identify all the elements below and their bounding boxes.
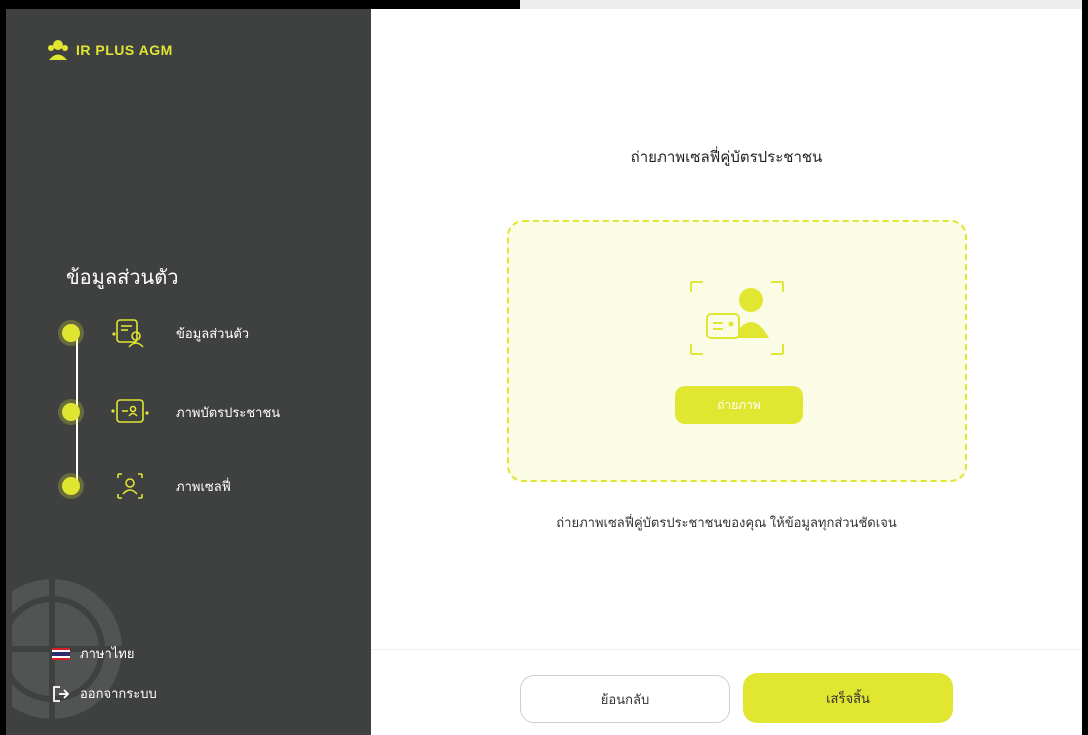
selfie-frame-icon (117, 473, 143, 499)
selfie-capture-area[interactable]: ถ่ายภาพ (507, 220, 967, 482)
top-strip (0, 0, 520, 9)
logout-button[interactable]: ออกจากระบบ (52, 683, 157, 704)
logout-label: ออกจากระบบ (80, 686, 157, 701)
profile-card-icon (112, 319, 144, 348)
main-content: ถ่ายภาพเซลฟี่คู่บัตรประชาชน ถ่ายภาพ ถ่าย… (371, 9, 1082, 649)
back-button[interactable]: ย้อนกลับ (520, 675, 730, 723)
instruction-text: ถ่ายภาพเซลฟี่คู่บัตรประชาชนของคุณ ให้ข้อ… (556, 515, 897, 530)
step-indicator (58, 473, 84, 499)
step-id-card[interactable]: ภาพบัตรประชาชน (58, 395, 281, 429)
thai-flag-icon (52, 647, 70, 660)
section-title: ข้อมูลส่วนตัว (66, 267, 179, 289)
footer-actions: ย้อนกลับ เสร็จสิ้น (371, 649, 1082, 735)
step-label: ภาพเซลฟี่ (176, 478, 231, 494)
step-label: ภาพบัตรประชาชน (176, 404, 281, 420)
right-border (1082, 0, 1088, 735)
top-strip-light (520, 0, 1088, 9)
step-indicator (58, 320, 84, 346)
people-logo-icon (48, 40, 68, 60)
step-personal-info[interactable]: ข้อมูลส่วนตัว (58, 316, 250, 350)
page-title: ถ่ายภาพเซลฟี่คู่บัตรประชาชน (630, 149, 823, 166)
step-label: ข้อมูลส่วนตัว (176, 325, 250, 341)
step-selfie[interactable]: ภาพเซลฟี่ (58, 469, 231, 503)
finish-button[interactable]: เสร็จสิ้น (743, 673, 953, 723)
logout-icon (53, 685, 70, 702)
app-logo: IR PLUS AGM (46, 39, 173, 61)
app-window: IR PLUS AGM ข้อมูลส่วนตัว ข้อมูลส่วนตัว (0, 0, 1088, 735)
selfie-with-id-card-icon (690, 281, 784, 355)
id-card-icon (111, 399, 149, 423)
language-switcher[interactable]: ภาษาไทย (52, 643, 134, 664)
take-photo-button[interactable]: ถ่ายภาพ (675, 386, 803, 424)
sidebar: IR PLUS AGM ข้อมูลส่วนตัว ข้อมูลส่วนตัว (0, 9, 371, 735)
language-label: ภาษาไทย (80, 646, 135, 661)
step-indicator (58, 399, 84, 425)
logo-text: IR PLUS AGM (76, 42, 173, 58)
